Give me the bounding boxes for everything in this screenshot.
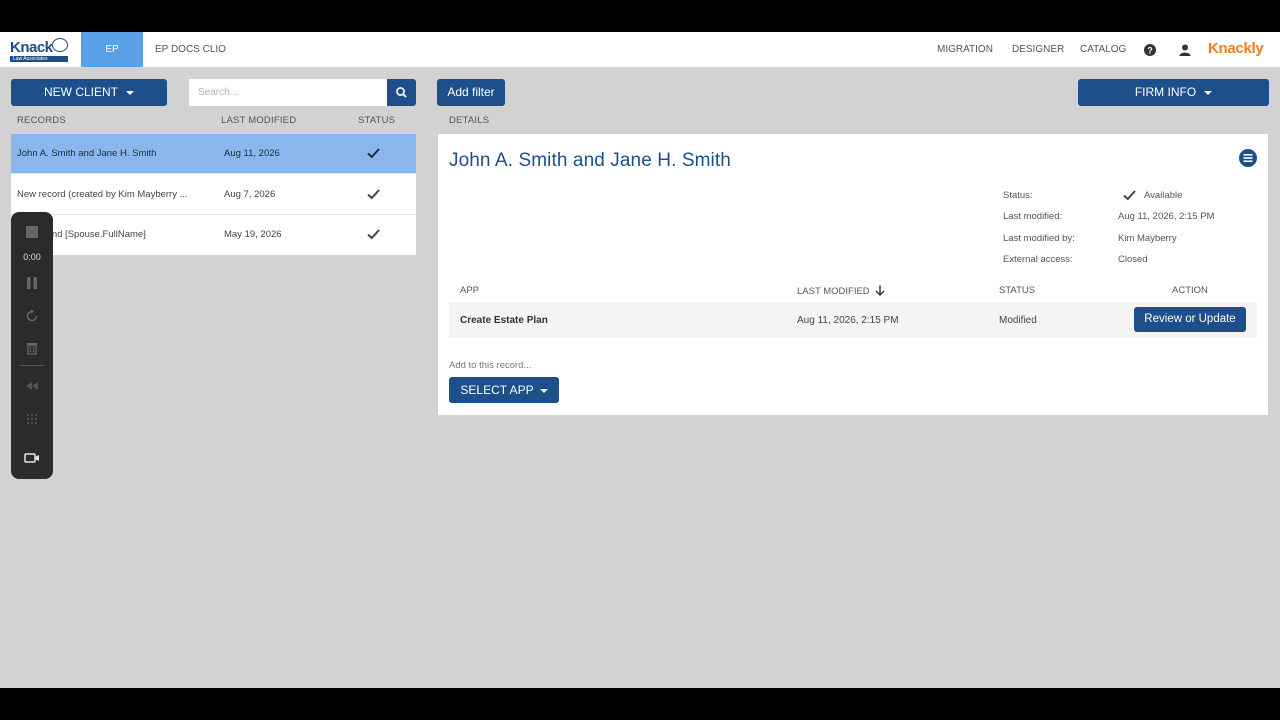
new-client-button[interactable]: NEW CLIENT xyxy=(11,79,167,106)
details-header: DETAILS xyxy=(449,115,490,126)
app-status: Modified xyxy=(999,315,1037,326)
add-to-record-text: Add to this record... xyxy=(449,360,532,371)
stop-icon xyxy=(26,226,38,238)
tree-logo-icon xyxy=(52,38,68,52)
logo-subtitle: Law Associates xyxy=(10,56,68,62)
search-icon xyxy=(396,87,407,98)
add-filter-button[interactable]: Add filter xyxy=(437,79,505,106)
firm-info-label: FIRM INFO xyxy=(1134,85,1197,99)
select-app-label: SELECT APP xyxy=(460,383,534,397)
app-modified: Aug 11, 2026, 2:15 PM xyxy=(797,315,899,326)
check-icon xyxy=(367,189,380,200)
external-access-label: External access: xyxy=(1003,254,1073,265)
check-icon xyxy=(367,148,380,159)
recording-time: 0:00 xyxy=(23,252,41,262)
last-modified-by-label: Last modified by: xyxy=(1003,233,1075,244)
delete-button[interactable] xyxy=(11,340,53,356)
firm-info-button[interactable]: FIRM INFO xyxy=(1078,79,1269,106)
status-column-header[interactable]: STATUS xyxy=(358,115,395,126)
record-modified: May 19, 2026 xyxy=(224,229,282,240)
record-name: New record (created by Kim Mayberry ... xyxy=(17,189,188,200)
caret-down-icon xyxy=(539,388,548,393)
records-column-header[interactable]: RECORDS xyxy=(17,115,66,126)
details-panel: John A. Smith and Jane H. Smith Status: … xyxy=(438,134,1268,415)
menu-icon[interactable] xyxy=(1238,148,1258,168)
external-access-value: Closed xyxy=(1118,254,1148,265)
app-row: Create Estate Plan Aug 11, 2026, 2:15 PM… xyxy=(449,302,1257,338)
apps-status-column-header[interactable]: STATUS xyxy=(999,285,1035,296)
divider xyxy=(20,365,44,366)
camera-button[interactable] xyxy=(11,450,53,466)
draw-button[interactable] xyxy=(11,411,53,427)
restart-button[interactable] xyxy=(11,308,53,324)
last-modified-value: Aug 11, 2026, 2:15 PM xyxy=(1118,211,1215,222)
knackly-brand-logo[interactable]: Knackly xyxy=(1208,40,1264,57)
new-client-label: NEW CLIENT xyxy=(43,85,118,99)
user-icon[interactable] xyxy=(1179,44,1191,56)
record-title: John A. Smith and Jane H. Smith xyxy=(449,150,731,171)
last-modified-label: Last modified: xyxy=(1003,211,1063,222)
nav-designer[interactable]: DESIGNER xyxy=(1012,32,1064,67)
check-icon xyxy=(1123,190,1136,201)
tab-ep-docs[interactable]: EP DOCS xyxy=(81,32,143,90)
record-row[interactable]: John A. Smith and Jane H. Smith Aug 11, … xyxy=(11,134,416,174)
pause-button[interactable] xyxy=(11,275,53,291)
app-column-header[interactable]: APP xyxy=(460,285,479,296)
apps-last-modified-label: LAST MODIFIED xyxy=(797,286,870,297)
app-frame: Knack Law Associates EP DOCS EP DOCS CLI… xyxy=(0,32,1280,688)
top-nav: Knack Law Associates EP DOCS EP DOCS CLI… xyxy=(0,32,1280,90)
arrow-down-icon xyxy=(875,285,885,296)
last-modified-by-value: Kim Mayberry xyxy=(1118,233,1177,244)
rewind-icon xyxy=(26,382,38,390)
caret-down-icon xyxy=(126,90,134,95)
record-row[interactable]: New record (created by Kim Mayberry ... … xyxy=(11,175,416,215)
search-button[interactable] xyxy=(387,79,416,106)
app-logo[interactable]: Knack Law Associates xyxy=(10,38,70,63)
apps-last-modified-column-header[interactable]: LAST MODIFIED xyxy=(797,285,885,297)
select-app-button[interactable]: SELECT APP xyxy=(449,377,559,403)
restart-icon xyxy=(26,309,38,322)
record-modified: Aug 7, 2026 xyxy=(224,189,276,200)
logo-text: Knack xyxy=(10,39,53,56)
pause-icon xyxy=(27,277,37,289)
nav-migration[interactable]: MIGRATION xyxy=(937,32,993,67)
stop-button[interactable] xyxy=(11,224,53,240)
help-icon[interactable]: ? xyxy=(1144,44,1156,56)
check-icon xyxy=(367,229,380,240)
rewind-button[interactable] xyxy=(11,378,53,394)
nav-catalog[interactable]: CATALOG xyxy=(1080,32,1126,67)
search-input[interactable] xyxy=(189,79,387,106)
action-column-header: ACTION xyxy=(1172,285,1208,296)
trash-icon xyxy=(27,343,37,355)
status-value: Available xyxy=(1144,190,1183,201)
svg-text:?: ? xyxy=(1147,46,1153,56)
records-list: John A. Smith and Jane H. Smith Aug 11, … xyxy=(11,134,416,255)
status-label: Status: xyxy=(1003,190,1033,201)
caret-down-icon xyxy=(1204,90,1213,95)
screen-recorder-toolbar: 0:00 xyxy=(11,212,53,479)
grid-dots-icon xyxy=(27,414,37,424)
record-name: John A. Smith and Jane H. Smith xyxy=(17,148,157,159)
review-or-update-button[interactable]: Review or Update xyxy=(1134,307,1246,332)
record-row[interactable]: [Client and [Spouse.FullName] May 19, 20… xyxy=(11,215,416,255)
video-camera-icon xyxy=(24,453,39,463)
app-name[interactable]: Create Estate Plan xyxy=(460,315,548,326)
last-modified-column-header[interactable]: LAST MODIFIED xyxy=(221,115,296,126)
record-modified: Aug 11, 2026 xyxy=(224,148,280,159)
tab-ep-docs-clio[interactable]: EP DOCS CLIO xyxy=(145,32,236,67)
